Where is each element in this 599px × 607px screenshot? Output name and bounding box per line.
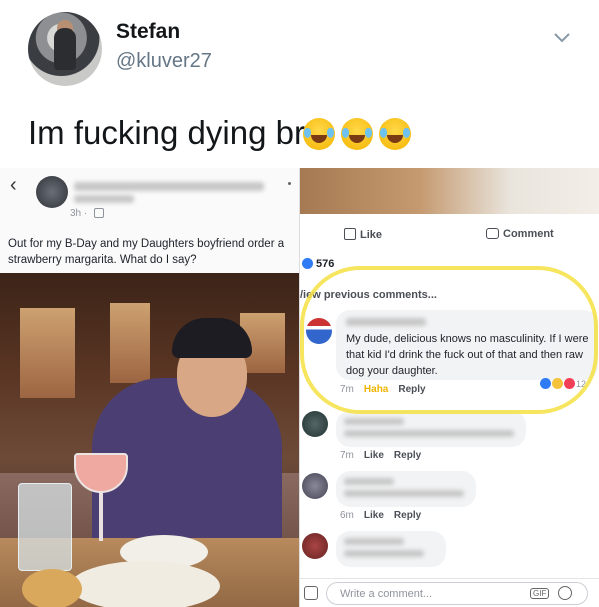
reaction-count-value: 576 (316, 258, 335, 270)
blurred-comment-text (344, 430, 514, 437)
like-link[interactable]: Like (364, 510, 384, 521)
laughing-emoji-icon (303, 118, 335, 150)
comment-meta: 7m Like Reply (340, 450, 421, 461)
comment-composer: Write a comment... GIF (300, 578, 599, 607)
like-label: Like (360, 229, 383, 241)
post-photo (0, 273, 299, 607)
like-reaction-icon (302, 258, 313, 269)
comment-time: 6m (340, 510, 354, 521)
window-light (20, 308, 75, 398)
like-link[interactable]: Like (364, 450, 384, 461)
photo-strip (300, 168, 599, 214)
chevron-down-icon[interactable] (553, 28, 571, 46)
like-button[interactable]: Like (344, 228, 382, 241)
glass-stem (99, 491, 103, 541)
laughing-emoji-icon (379, 118, 411, 150)
blurred-comment-text (344, 490, 464, 497)
reaction-count[interactable]: 576 (302, 258, 334, 270)
write-comment-placeholder: Write a comment... (340, 588, 433, 600)
comment-bubble (336, 531, 446, 567)
post-time: 3h · (70, 208, 88, 219)
tweet-text: Im fucking dying bro (28, 114, 324, 151)
facebook-post-panel: ‹ 3h · Out for my B-Day and my Daughters… (0, 168, 299, 607)
comment-bubble (336, 471, 476, 507)
reply-link[interactable]: Reply (394, 510, 421, 521)
food (22, 569, 82, 607)
blurred-commenter-name (344, 478, 394, 485)
poster-avatar (36, 176, 68, 208)
comment-button[interactable]: Comment (486, 228, 554, 240)
plate (70, 561, 220, 607)
yellow-highlight-circle (300, 266, 598, 414)
blurred-poster-name-line2 (74, 195, 134, 203)
comment-meta: 6m Like Reply (340, 510, 421, 521)
commenter-avatar[interactable] (302, 473, 328, 499)
gif-button[interactable]: GIF (530, 588, 550, 599)
embedded-image[interactable]: ‹ 3h · Out for my B-Day and my Daughters… (0, 168, 599, 607)
post-actions: Like Comment (300, 228, 599, 248)
water-glass (18, 483, 72, 571)
display-name[interactable]: Stefan (116, 20, 180, 44)
blurred-poster-name (74, 182, 264, 191)
avatar[interactable] (28, 12, 102, 86)
avatar-figure (54, 28, 76, 70)
user-handle[interactable]: @kluver27 (116, 50, 212, 73)
blurred-comment-text (344, 550, 424, 557)
comment-bubble-icon (486, 228, 499, 239)
thumbs-up-icon (344, 228, 356, 240)
laughing-emoji-group (303, 118, 411, 150)
privacy-icon (94, 208, 104, 218)
window-light (110, 303, 150, 383)
comment-bubble (336, 411, 526, 447)
camera-icon[interactable] (304, 586, 318, 600)
laughing-emoji-icon (341, 118, 373, 150)
back-arrow-icon[interactable]: ‹ (10, 174, 17, 197)
comment-label: Comment (503, 228, 554, 240)
post-text: Out for my B-Day and my Daughters boyfri… (8, 238, 285, 266)
commenter-avatar[interactable] (302, 411, 328, 437)
reply-link[interactable]: Reply (394, 450, 421, 461)
tweet-screenshot: Stefan @kluver27 Im fucking dying bro ‹ … (0, 0, 599, 607)
comment-time: 7m (340, 450, 354, 461)
blurred-commenter-name (344, 418, 404, 425)
more-dot-icon[interactable] (288, 182, 291, 185)
blurred-commenter-name (344, 538, 404, 545)
commenter-avatar[interactable] (302, 533, 328, 559)
emoji-icon[interactable] (558, 586, 572, 600)
